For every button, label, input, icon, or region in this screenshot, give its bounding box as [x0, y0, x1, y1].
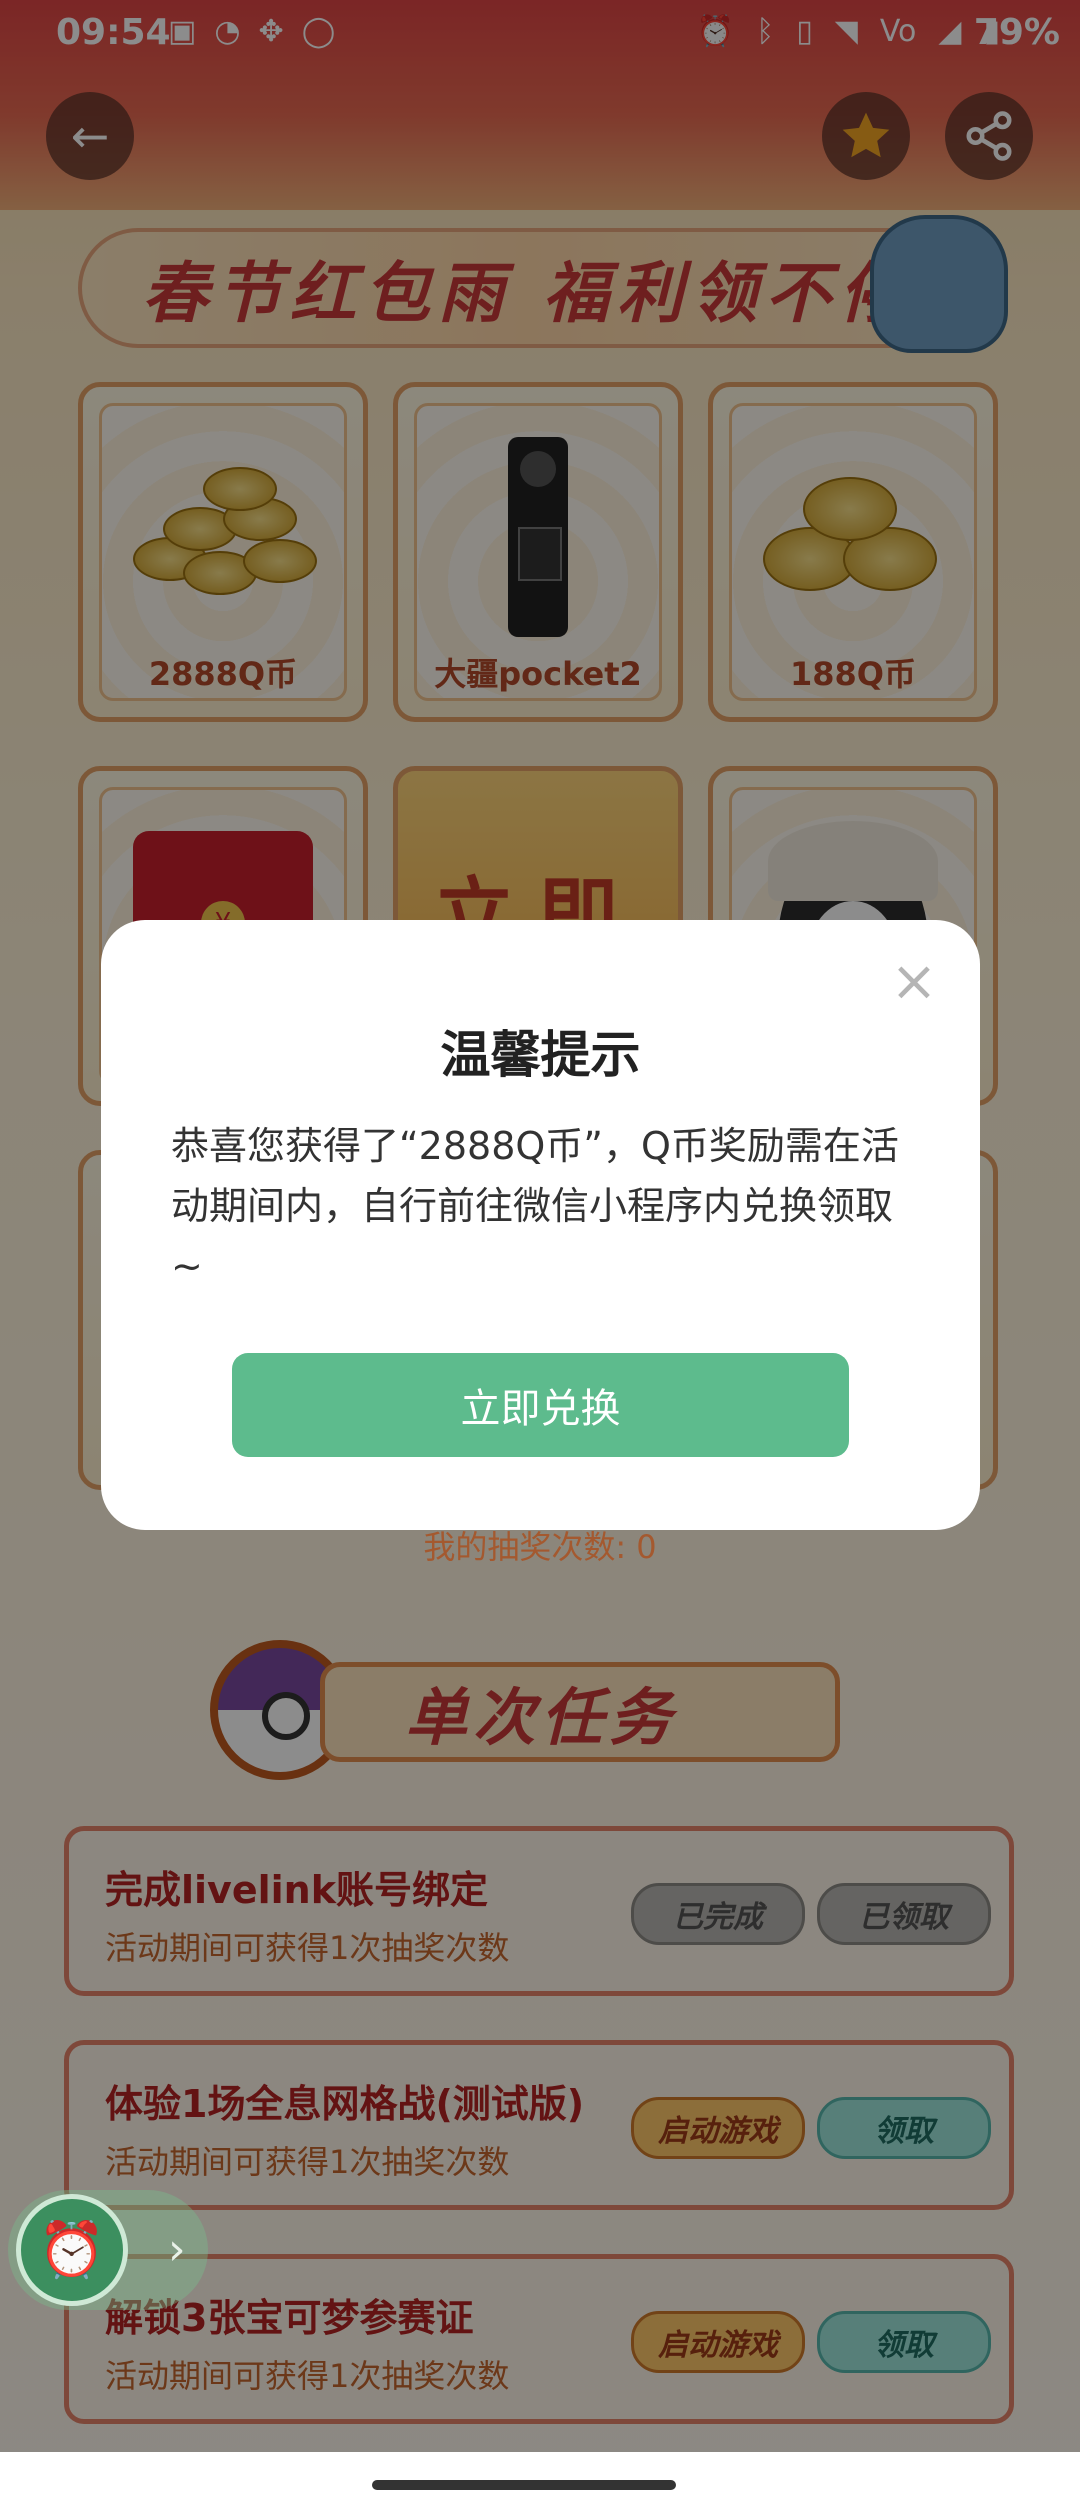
navigation-bar: [0, 2452, 1080, 2520]
dialog-message: 恭喜您获得了“2888Q币”，Q币奖励需在活动期间内，自行前往微信小程序内兑换领…: [171, 1124, 899, 1288]
chevron-right-icon: ›: [168, 2224, 186, 2275]
dialog-title: 温馨提示: [440, 1026, 641, 1084]
floating-reminder-widget[interactable]: ⏰ ›: [8, 2190, 208, 2310]
reward-dialog: × 温馨提示 恭喜您获得了“2888Q币”，Q币奖励需在活动期间内，自行前往微信…: [101, 920, 980, 1530]
close-icon: ×: [890, 949, 938, 1014]
activity-page: 09:54 ▣ ◔ ✥ ◯ ⏰ ᛒ ▯ ◥ Vo ◢ ▮ 79% ← 春节红包雨…: [0, 0, 1080, 2520]
alarm-clock-icon: ⏰: [16, 2194, 128, 2306]
redeem-now-button[interactable]: 立即兑换: [232, 1353, 849, 1457]
close-button[interactable]: ×: [886, 954, 942, 1010]
home-gesture-handle[interactable]: [372, 2480, 676, 2490]
